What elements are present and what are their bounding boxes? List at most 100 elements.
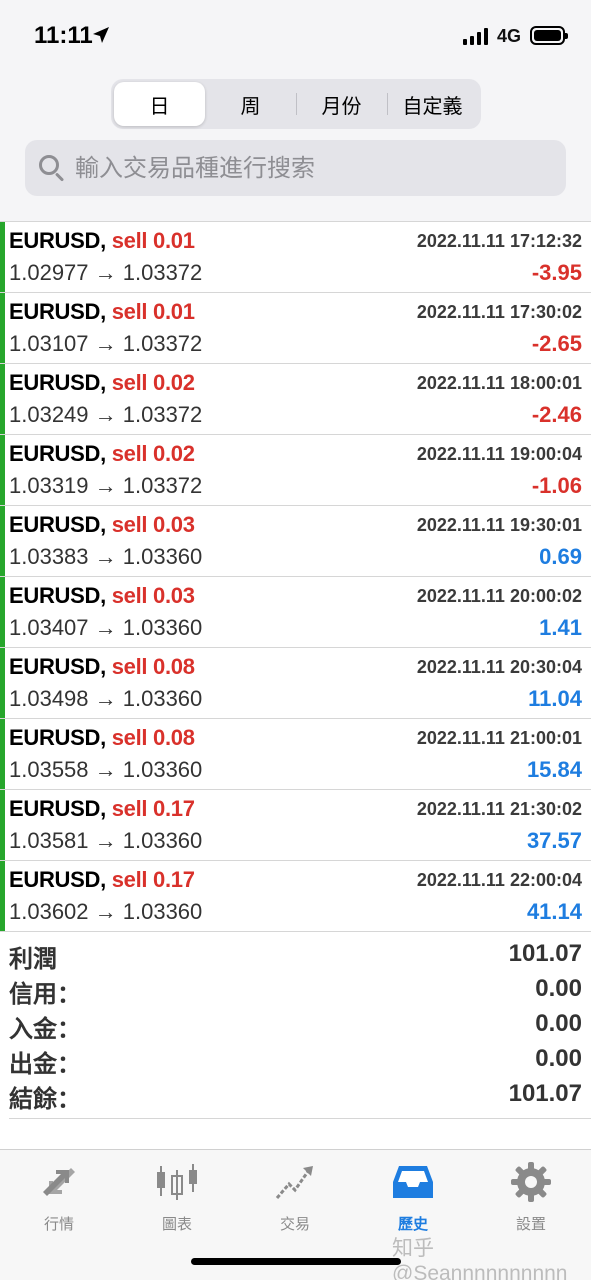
summary-label: 利潤 — [9, 945, 57, 973]
trade-time: 2022.11.11 20:30:04 — [416, 657, 582, 677]
position-indicator-bar — [0, 648, 5, 718]
trade-type: sell 0.02 — [111, 441, 195, 466]
position-indicator-bar — [0, 719, 5, 789]
trade-symbol: EURUSD, — [9, 512, 106, 537]
trade-time: 2022.11.11 20:00:02 — [416, 586, 582, 606]
search-bar — [25, 140, 566, 196]
tab-quotes-label: 行情 — [43, 1215, 74, 1233]
summary-label: 出金： — [9, 1050, 81, 1078]
summary-label: 入金： — [9, 1015, 81, 1043]
tab-history-label: 歷史 — [397, 1215, 428, 1233]
home-indicator[interactable] — [191, 1258, 401, 1265]
trade-row[interactable]: EURUSD, sell 0.17 2022.11.11 22:00:04 1.03… — [0, 861, 591, 932]
trade-symbol-line: EURUSD, sell 0.08 — [9, 654, 195, 680]
trade-prices: 1.03249 → 1.03372 — [9, 402, 203, 427]
position-indicator-bar — [0, 293, 5, 363]
trade-type: sell 0.02 — [111, 370, 195, 395]
trade-symbol-line: EURUSD, sell 0.03 — [9, 583, 195, 609]
summary-row: 利潤 101.07 — [0, 937, 591, 973]
location-arrow-icon — [93, 27, 109, 43]
position-indicator-bar — [0, 861, 5, 931]
trade-type: sell 0.08 — [111, 725, 195, 750]
trend-icon — [275, 1166, 313, 1199]
trade-symbol-line: EURUSD, sell 0.03 — [9, 512, 195, 538]
trade-type: sell 0.17 — [111, 867, 195, 892]
trade-prices: 1.03602 → 1.03360 — [9, 899, 203, 924]
period-segmented-control: 日 周 月份 自定義 — [111, 79, 481, 129]
trade-profit: -2.46 — [531, 402, 582, 427]
gear-icon — [511, 1162, 551, 1202]
position-indicator-bar — [0, 222, 5, 292]
trade-symbol: EURUSD, — [9, 370, 106, 395]
account-summary: 利潤 101.07 信用： 0.00 入金： 0.00 出金： 0.00 結餘： 101.07 — [0, 937, 591, 1113]
trade-symbol-line: EURUSD, sell 0.17 — [9, 867, 195, 893]
trade-time: 2022.11.11 21:30:02 — [416, 799, 582, 819]
trade-row[interactable]: EURUSD, sell 0.08 2022.11.11 21:00:01 1.03… — [0, 719, 591, 790]
position-indicator-bar — [0, 506, 5, 576]
trade-time: 2022.11.11 21:00:01 — [416, 728, 582, 748]
trade-row[interactable]: EURUSD, sell 0.17 2022.11.11 21:30:02 1.03… — [0, 790, 591, 861]
trade-profit: 37.57 — [526, 828, 582, 853]
segment-week[interactable]: 周 — [205, 82, 296, 126]
trade-row[interactable]: EURUSD, sell 0.02 2022.11.11 19:00:04 1.03… — [0, 435, 591, 506]
summary-row: 結餘： 101.07 — [0, 1077, 591, 1113]
position-indicator-bar — [0, 364, 5, 434]
trade-symbol: EURUSD, — [9, 228, 106, 253]
trade-prices: 1.03498 → 1.03360 — [9, 686, 203, 711]
trade-profit: -3.95 — [531, 260, 582, 285]
search-input[interactable] — [75, 154, 545, 182]
trade-row[interactable]: EURUSD, sell 0.03 2022.11.11 20:00:02 1.03… — [0, 577, 591, 648]
tab-chart[interactable]: 圖表 — [118, 1158, 236, 1238]
trade-row[interactable]: EURUSD, sell 0.01 2022.11.11 17:12:32 1.02… — [0, 222, 591, 293]
summary-value: 0.00 — [535, 1010, 582, 1037]
trade-row[interactable]: EURUSD, sell 0.01 2022.11.11 17:30:02 1.03… — [0, 293, 591, 364]
signal-icon — [463, 27, 488, 45]
trade-type: sell 0.01 — [111, 228, 195, 253]
tab-trade[interactable]: 交易 — [236, 1158, 354, 1238]
trade-symbol-line: EURUSD, sell 0.02 — [9, 370, 195, 396]
trade-symbol: EURUSD, — [9, 654, 106, 679]
trade-time: 2022.11.11 17:30:02 — [416, 302, 582, 322]
trade-symbol: EURUSD, — [9, 867, 106, 892]
trade-profit: 15.84 — [526, 757, 582, 782]
position-indicator-bar — [0, 435, 5, 505]
trade-symbol-line: EURUSD, sell 0.17 — [9, 796, 195, 822]
summary-row: 信用： 0.00 — [0, 972, 591, 1008]
trade-time: 2022.11.11 22:00:04 — [416, 870, 582, 890]
trade-type: sell 0.03 — [111, 512, 195, 537]
tab-settings[interactable]: 設置 — [472, 1158, 590, 1238]
trade-profit: 11.04 — [528, 686, 582, 711]
trade-type: sell 0.17 — [111, 796, 195, 821]
watermark: 知乎 @Seannnnnnnnnn — [392, 1237, 568, 1280]
trade-profit: 0.69 — [539, 544, 582, 569]
battery-icon — [530, 26, 568, 45]
tab-history[interactable]: 歷史 — [354, 1158, 472, 1238]
trade-row[interactable]: EURUSD, sell 0.02 2022.11.11 18:00:01 1.03… — [0, 364, 591, 435]
filter-header: 日 周 月份 自定義 — [0, 70, 591, 221]
trade-time: 2022.11.11 19:00:04 — [416, 444, 582, 464]
arrows-icon — [43, 1168, 75, 1196]
summary-label: 信用： — [9, 980, 81, 1008]
trade-symbol-line: EURUSD, sell 0.02 — [9, 441, 195, 467]
trade-profit: 1.41 — [539, 615, 582, 640]
segment-custom[interactable]: 自定義 — [387, 82, 478, 126]
summary-value: 0.00 — [535, 1045, 582, 1072]
trade-row[interactable]: EURUSD, sell 0.03 2022.11.11 19:30:01 1.03… — [0, 506, 591, 577]
network-label: 4G — [497, 26, 522, 46]
summary-label: 結餘： — [9, 1085, 81, 1113]
segment-day[interactable]: 日 — [114, 82, 205, 126]
summary-value: 101.07 — [508, 1080, 582, 1107]
search-icon — [37, 153, 67, 183]
summary-value: 0.00 — [535, 975, 582, 1002]
trade-prices: 1.02977 → 1.03372 — [9, 260, 203, 285]
trade-symbol-line: EURUSD, sell 0.01 — [9, 228, 195, 254]
summary-divider — [9, 1118, 591, 1119]
tab-quotes[interactable]: 行情 — [0, 1158, 118, 1238]
status-time: 11:11 — [34, 22, 93, 49]
inbox-icon — [393, 1166, 433, 1198]
trade-symbol: EURUSD, — [9, 583, 106, 608]
segment-month[interactable]: 月份 — [296, 82, 387, 126]
trade-type: sell 0.03 — [111, 583, 195, 608]
trade-prices: 1.03107 → 1.03372 — [9, 331, 203, 356]
trade-row[interactable]: EURUSD, sell 0.08 2022.11.11 20:30:04 1.03… — [0, 648, 591, 719]
